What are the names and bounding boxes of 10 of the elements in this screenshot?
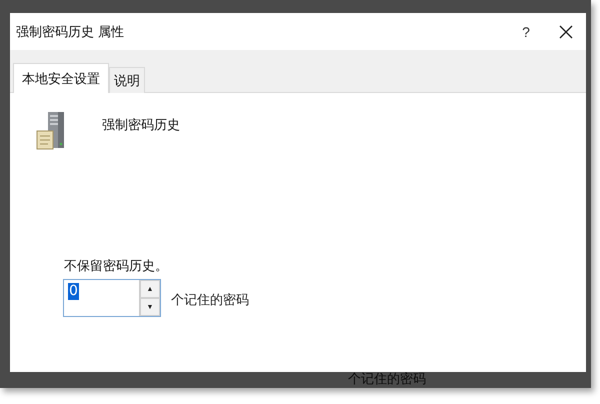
tab[interactable]: 说明 xyxy=(109,67,145,93)
close-icon xyxy=(559,24,573,38)
policy-description: 不保留密码历史。 xyxy=(64,258,169,275)
policy-name: 强制密码历史 xyxy=(102,117,180,134)
window-title: 强制密码历史 属性 xyxy=(16,24,126,40)
help-button[interactable]: ? xyxy=(506,16,546,46)
spinner-value: 0 xyxy=(68,283,79,300)
background-unit-label: 个记住的密码 xyxy=(348,373,426,387)
unit-label: 个记住的密码 xyxy=(171,292,249,309)
tab[interactable]: 本地安全设置 xyxy=(13,63,109,93)
